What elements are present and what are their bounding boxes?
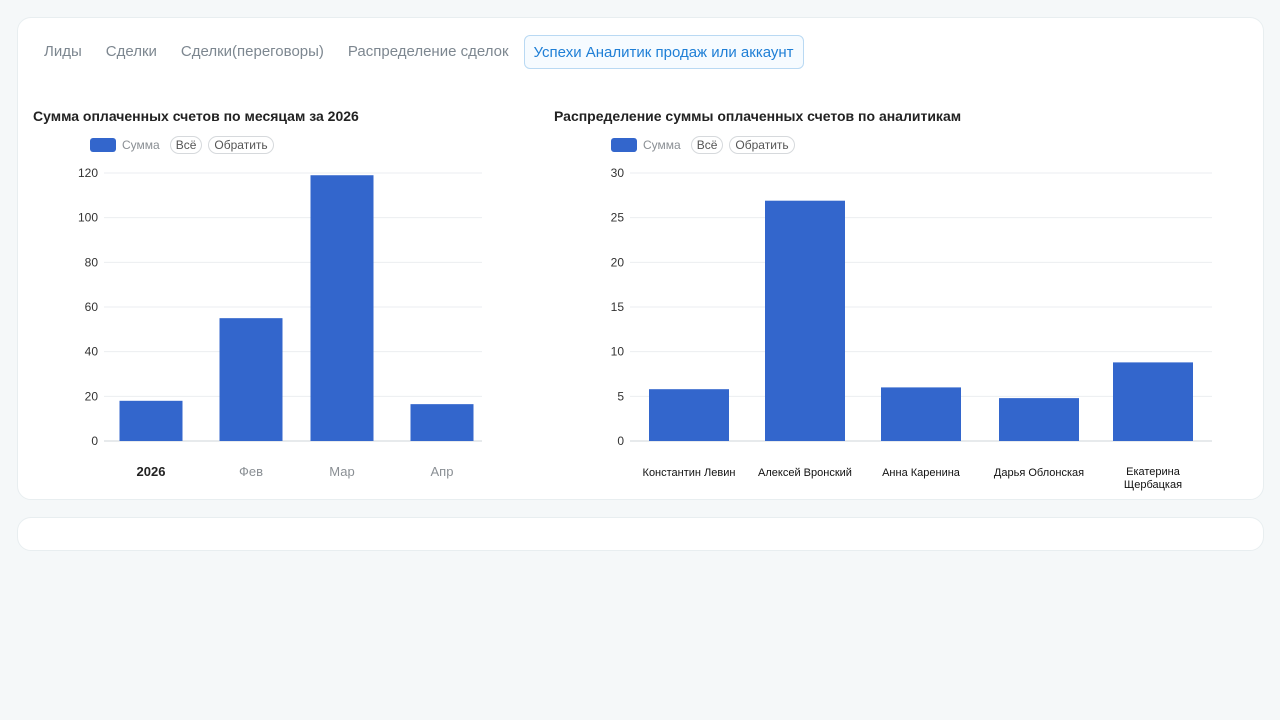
y-tick-label: 15 — [611, 300, 625, 314]
bar[interactable] — [649, 389, 729, 441]
x-tick-label: Алексей Вронский — [758, 467, 852, 479]
secondary-card — [17, 517, 1264, 551]
x-tick-label: Константин Левин — [643, 467, 736, 479]
y-tick-label: 0 — [617, 434, 624, 448]
x-tick-label: Анна Каренина — [882, 467, 961, 479]
y-tick-label: 20 — [611, 255, 625, 269]
bar[interactable] — [999, 398, 1079, 441]
y-tick-label: 5 — [617, 389, 624, 403]
y-tick-label: 25 — [611, 211, 625, 225]
bar[interactable] — [881, 387, 961, 441]
x-tick-label: Дарья Облонская — [994, 467, 1084, 479]
bar[interactable] — [1113, 362, 1193, 441]
bar[interactable] — [765, 200, 845, 441]
x-tick-label: Екатерина Щербацкая — [1124, 466, 1182, 491]
chart-analysts: 0 5 10 15 20 25 30 Константин Левин Алексей Врон… — [611, 166, 1212, 491]
y-tick-label: 10 — [611, 345, 625, 359]
dashboard-card: Лиды Сделки Сделки(переговоры) Распредел… — [17, 17, 1264, 500]
y-tick-label: 30 — [611, 166, 625, 180]
